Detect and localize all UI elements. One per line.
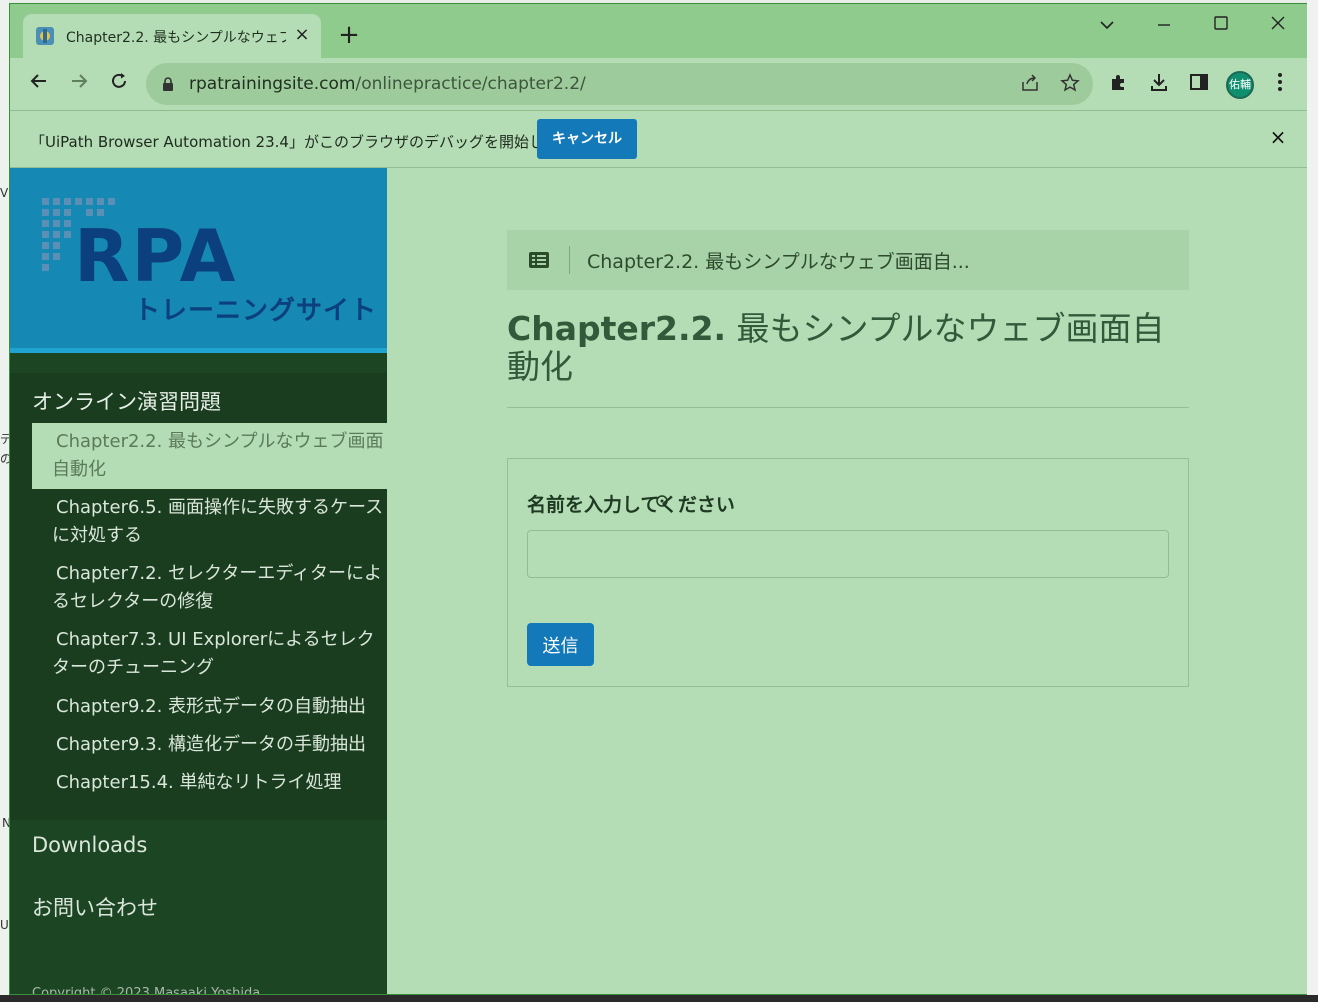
sidebar-item-chapter7-3[interactable]: Chapter7.3. UI Explorerによるセレクターのチューニング: [32, 626, 387, 682]
reload-icon[interactable]: [104, 70, 134, 100]
sidebar-item-chapter2-2[interactable]: Chapter2.2. 最もシンプルなウェブ画面自動化: [32, 423, 387, 489]
breadcrumb-current: Chapter2.2. 最もシンプルなウェブ画面自...: [587, 251, 970, 273]
infobar-cancel-button[interactable]: キャンセル: [537, 119, 637, 159]
logo-subtitle: トレーニングサイト: [134, 296, 378, 326]
site-favicon-icon: [36, 27, 54, 45]
star-icon[interactable]: [1058, 73, 1082, 97]
sidepanel-icon[interactable]: [1186, 72, 1212, 98]
sidebar-item-chapter15-4[interactable]: Chapter15.4. 単純なリトライ処理: [32, 769, 387, 797]
name-form: 名前を入力してください 送信: [507, 458, 1189, 687]
forward-icon[interactable]: [64, 70, 94, 100]
sidebar-contact-link[interactable]: お問い合わせ: [32, 892, 158, 922]
page-content: RPA トレーニングサイト オンライン演習問題 Chapter2.2. 最もシン…: [10, 168, 1307, 995]
back-icon[interactable]: [24, 70, 54, 100]
debug-infobar: 「UiPath Browser Automation 23.4」がこのブラウザの…: [10, 110, 1307, 168]
url-host: rpatrainingsite.com: [189, 74, 356, 94]
title-divider: [507, 407, 1189, 408]
minimize-icon[interactable]: [1144, 10, 1184, 40]
breadcrumb-separator: [569, 246, 570, 274]
sidebar-item-chapter7-2[interactable]: Chapter7.2. セレクターエディターによるセレクターの修復: [32, 560, 387, 616]
name-input[interactable]: [527, 530, 1169, 578]
page-title-chapter: Chapter2.2.: [507, 309, 727, 348]
tab-search-icon[interactable]: [1087, 10, 1127, 40]
lock-icon[interactable]: [162, 77, 174, 91]
submit-button[interactable]: 送信: [527, 623, 594, 666]
breadcrumb: Chapter2.2. 最もシンプルなウェブ画面自...: [507, 230, 1189, 290]
logo-divider: [10, 348, 387, 353]
share-icon[interactable]: [1018, 73, 1042, 97]
taskbar-edge: [0, 995, 1318, 1002]
menu-icon[interactable]: [1267, 72, 1293, 98]
page-title: Chapter2.2. 最もシンプルなウェブ画面自動化: [507, 310, 1189, 386]
cursor-crosshair-icon: [656, 495, 668, 507]
breadcrumb-list-icon[interactable]: [527, 230, 567, 290]
tab-title: Chapter2.2. 最もシンプルなウェブ画面: [66, 30, 286, 46]
sidebar-item-chapter9-3[interactable]: Chapter9.3. 構造化データの手動抽出: [32, 731, 387, 759]
sidebar-item-chapter9-2[interactable]: Chapter9.2. 表形式データの自動抽出: [32, 693, 387, 721]
download-icon[interactable]: [1146, 72, 1172, 98]
name-label: 名前を入力してください: [527, 494, 735, 516]
sidebar-downloads-link[interactable]: Downloads: [32, 833, 147, 857]
tab-close-icon[interactable]: ×: [293, 24, 311, 46]
sidebar-heading: オンライン演習問題: [32, 390, 221, 414]
desktop-background-right: [1307, 0, 1318, 1002]
browser-toolbar: rpatrainingsite.com/onlinepractice/chapt…: [10, 58, 1307, 110]
sidebar: RPA トレーニングサイト オンライン演習問題 Chapter2.2. 最もシン…: [10, 168, 387, 995]
logo-rpa-text: RPA: [74, 214, 238, 298]
browser-tab[interactable]: Chapter2.2. 最もシンプルなウェブ画面 ×: [23, 14, 321, 58]
copyright-text: Copyright © 2023 Masaaki Yoshida: [32, 986, 261, 995]
extensions-icon[interactable]: [1106, 72, 1132, 98]
infobar-close-icon[interactable]: ×: [1266, 125, 1290, 149]
site-logo[interactable]: RPA トレーニングサイト: [10, 168, 387, 348]
title-bar: Chapter2.2. 最もシンプルなウェブ画面 × +: [10, 4, 1307, 58]
url-text[interactable]: rpatrainingsite.com/onlinepractice/chapt…: [189, 74, 586, 94]
infobar-message: 「UiPath Browser Automation 23.4」がこのブラウザの…: [30, 133, 589, 151]
sidebar-item-chapter6-5[interactable]: Chapter6.5. 画面操作に失敗するケースに対処する: [32, 494, 387, 550]
window-close-icon[interactable]: [1258, 10, 1298, 40]
maximize-icon[interactable]: [1201, 10, 1241, 40]
new-tab-button[interactable]: +: [335, 22, 363, 50]
url-path: /onlinepractice/chapter2.2/: [355, 74, 586, 94]
profile-avatar[interactable]: 佑輔: [1226, 71, 1254, 99]
browser-window: Chapter2.2. 最もシンプルなウェブ画面 × +: [9, 3, 1308, 995]
address-bar[interactable]: rpatrainingsite.com/onlinepractice/chapt…: [146, 63, 1093, 105]
desktop-background: [0, 0, 9, 1002]
